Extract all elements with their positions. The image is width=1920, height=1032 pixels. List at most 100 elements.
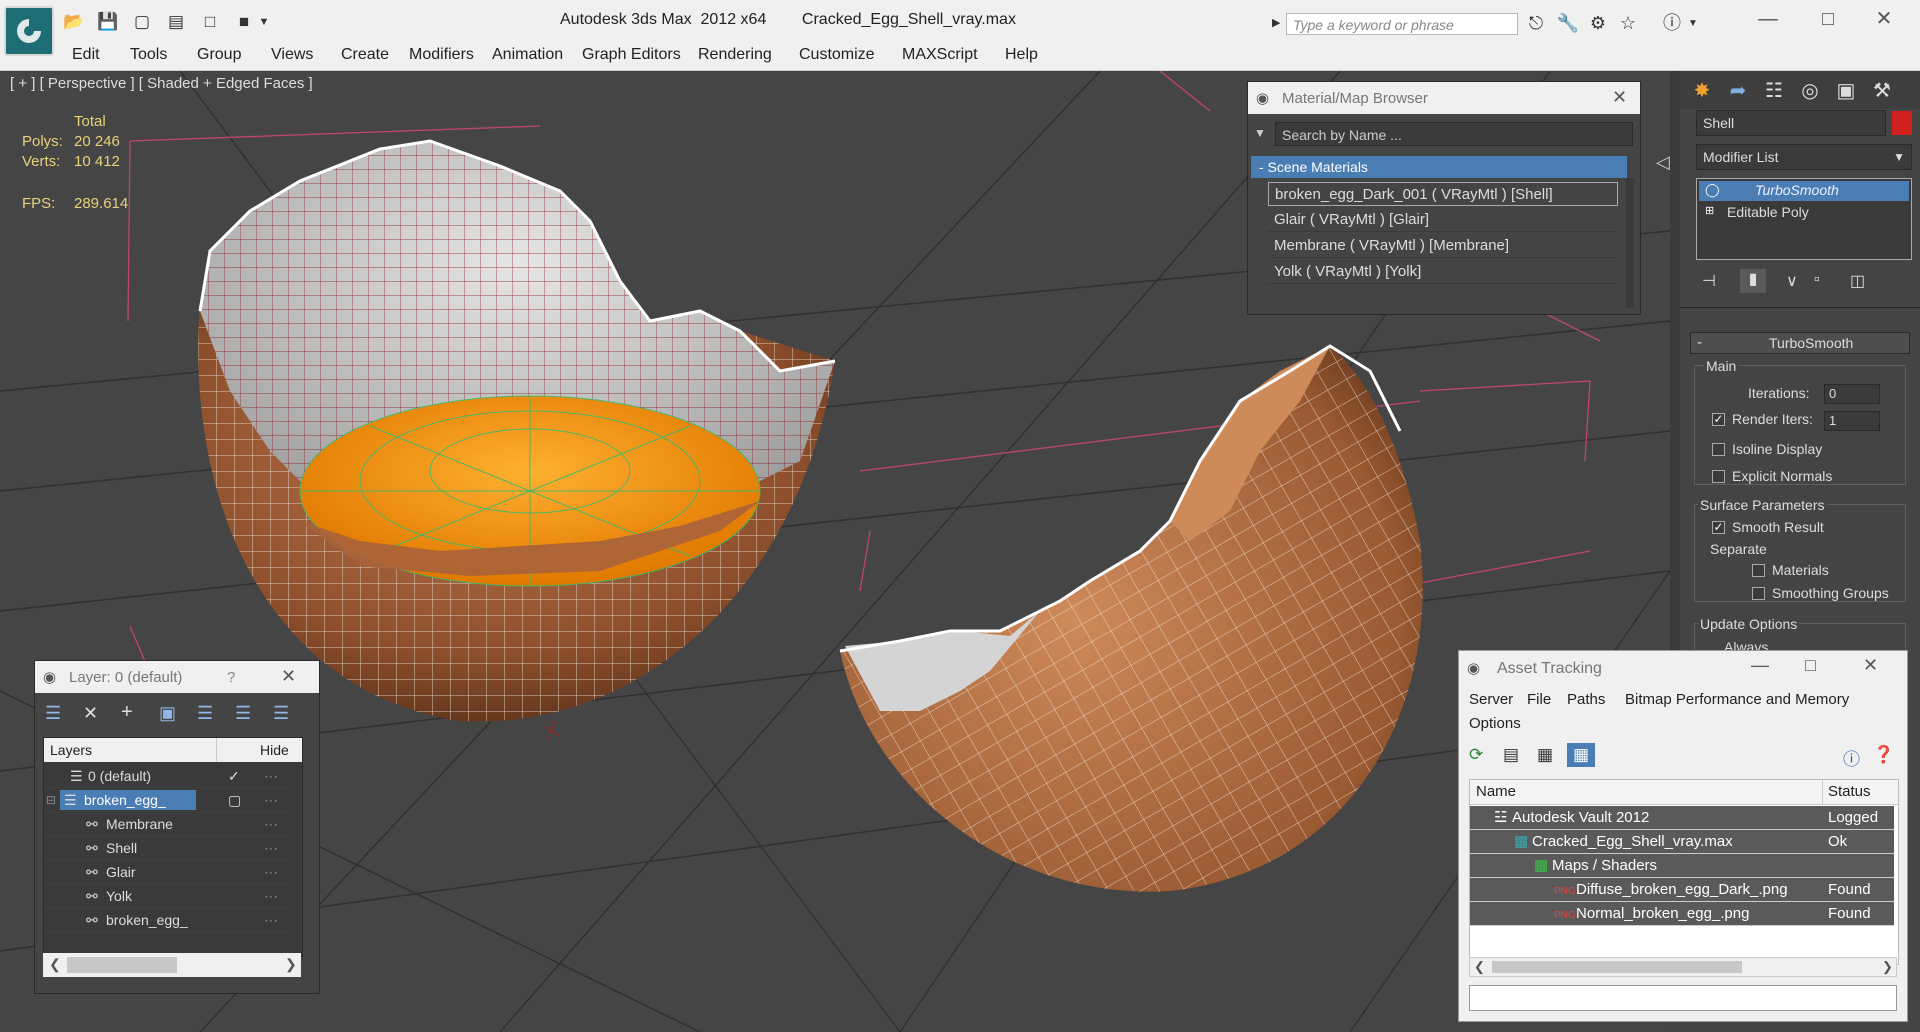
material-row[interactable]: Membrane ( VRayMtl ) [Membrane]	[1268, 234, 1618, 258]
scroll-thumb[interactable]	[1492, 961, 1742, 973]
asset-path-field[interactable]	[1469, 985, 1897, 1011]
communication-icon[interactable]: ⚙	[1586, 12, 1610, 34]
motion-tab-icon[interactable]: ◎	[1792, 75, 1828, 107]
layer-row[interactable]: ⚯ broken_egg_ ⋯	[44, 908, 290, 932]
search-expand-icon[interactable]: ▶	[1272, 16, 1280, 29]
menu-group[interactable]: Group	[197, 46, 241, 64]
scroll-right-icon[interactable]: ❯	[1882, 959, 1893, 975]
asset-row[interactable]: ▩ Maps / Shaders	[1470, 854, 1894, 878]
asset-close-icon[interactable]: ✕	[1863, 655, 1878, 676]
render-iters-spinner[interactable]: 1	[1824, 411, 1880, 431]
asset-help-icon[interactable]: ⓘ	[1843, 745, 1860, 770]
undo-icon[interactable]: ▢	[130, 12, 154, 32]
object-color-swatch[interactable]	[1892, 111, 1912, 135]
configure-modifier-sets-icon[interactable]: ◫	[1850, 271, 1865, 291]
hide-toggle-icon[interactable]: ⋯	[264, 764, 278, 788]
asset-minimize-icon[interactable]: —	[1751, 655, 1769, 676]
active-layer-check-icon[interactable]: ✓	[228, 764, 240, 788]
asset-row[interactable]: ☳ Autodesk Vault 2012 Logged Ou	[1470, 806, 1894, 850]
layer-row[interactable]: ⚯ Membrane ⋯	[44, 812, 290, 836]
asset-maximize-icon[interactable]: □	[1805, 655, 1816, 676]
hide-all-layers-icon[interactable]: ☰	[235, 703, 251, 724]
materials-checkbox[interactable]	[1752, 564, 1765, 577]
table-view-icon[interactable]: ▦	[1567, 743, 1595, 767]
asset-menu-bitmap-performance[interactable]: Bitmap Performance and Memory	[1625, 691, 1849, 708]
asset-menu-server[interactable]: Server	[1469, 691, 1513, 708]
menu-animation[interactable]: Animation	[492, 46, 563, 64]
asset-row[interactable]: PNG Normal_broken_egg_.png Found	[1470, 902, 1894, 926]
layer-row[interactable]: ⚯ Glair ⋯	[44, 860, 290, 884]
subscription-icon[interactable]: 🔧	[1556, 12, 1580, 34]
lightbulb-icon[interactable]: ◯	[1705, 182, 1720, 198]
browser-dock-arrow-icon[interactable]: ◁	[1656, 152, 1670, 173]
stack-item-turbosmooth[interactable]: ◯ TurboSmooth	[1699, 181, 1909, 201]
freeze-all-layers-icon[interactable]: ☰	[273, 703, 289, 724]
layer-window-titlebar[interactable]: ◉ Layer: 0 (default) ? ✕	[35, 661, 319, 693]
asset-menu-options[interactable]: Options	[1469, 715, 1521, 732]
close-icon[interactable]: ✕	[1864, 6, 1904, 32]
browser-options-dropdown-icon[interactable]: ▼	[1254, 126, 1266, 140]
new-layer-icon[interactable]: ☰	[45, 703, 61, 724]
asset-help-cursor-icon[interactable]: ❓	[1873, 745, 1894, 765]
asset-menu-paths[interactable]: Paths	[1567, 691, 1605, 708]
hide-toggle-icon[interactable]: ⋯	[264, 860, 278, 884]
menu-help[interactable]: Help	[1005, 46, 1038, 64]
asset-row[interactable]: PNG Diffuse_broken_egg_Dark_.png Found	[1470, 878, 1894, 902]
iterations-spinner[interactable]: 0	[1824, 384, 1880, 404]
menu-rendering[interactable]: Rendering	[698, 46, 772, 64]
create-tab-icon[interactable]: ✸	[1684, 75, 1720, 107]
highlight-layer-icon[interactable]: ☰	[197, 703, 213, 724]
material-row[interactable]: Yolk ( VRayMtl ) [Yolk]	[1268, 260, 1618, 284]
asset-menu-file[interactable]: File	[1527, 691, 1551, 708]
material-row[interactable]: broken_egg_Dark_001 ( VRayMtl ) [Shell]	[1268, 182, 1618, 206]
search-input[interactable]: Type a keyword or phrase	[1286, 13, 1518, 35]
isoline-display-checkbox[interactable]	[1712, 443, 1725, 456]
render-iters-checkbox[interactable]: ✓	[1712, 413, 1725, 426]
redo-icon[interactable]: ▤	[164, 12, 188, 32]
modifier-list-dropdown[interactable]: Modifier List ▼	[1696, 144, 1912, 170]
material-browser-close-icon[interactable]: ✕	[1612, 87, 1627, 108]
material-browser-titlebar[interactable]: ◉ Material/Map Browser ✕	[1248, 82, 1640, 114]
scroll-left-icon[interactable]: ❮	[1474, 959, 1485, 975]
menu-modifiers[interactable]: Modifiers	[409, 46, 474, 64]
smoothing-groups-checkbox[interactable]	[1752, 587, 1765, 600]
refresh-icon[interactable]: ⟳	[1469, 745, 1483, 765]
panel-splitter[interactable]	[1670, 71, 1680, 651]
list-view-icon[interactable]: ▤	[1503, 745, 1519, 765]
menu-views[interactable]: Views	[271, 46, 313, 64]
layer-help-icon[interactable]: ?	[227, 669, 235, 686]
pin-stack-icon[interactable]: ⊣	[1702, 271, 1716, 291]
menu-maxscript[interactable]: MAXScript	[902, 46, 978, 64]
menu-create[interactable]: Create	[341, 46, 389, 64]
layer-horizontal-scrollbar[interactable]: ❮ ❯	[43, 953, 301, 977]
current-layer-box-icon[interactable]: ▢	[228, 788, 241, 812]
collapse-minus-icon[interactable]: ⊟	[46, 788, 56, 812]
name-column-header[interactable]: Name	[1476, 783, 1516, 800]
explicit-normals-checkbox[interactable]	[1712, 470, 1725, 483]
smooth-result-checkbox[interactable]: ✓	[1712, 521, 1725, 534]
hold-icon[interactable]: □	[198, 12, 222, 32]
thumbnail-view-icon[interactable]: ▦	[1537, 745, 1553, 765]
help-dropdown-icon[interactable]: ▼	[1688, 18, 1698, 29]
show-end-result-icon[interactable]: ▮	[1740, 269, 1766, 293]
hide-column-header[interactable]: Hide	[260, 742, 289, 758]
hide-toggle-icon[interactable]: ⋯	[264, 908, 278, 932]
layer-row[interactable]: ⚯ Yolk ⋯	[44, 884, 290, 908]
material-list-scrollbar[interactable]	[1626, 178, 1634, 308]
scroll-thumb[interactable]	[67, 957, 177, 973]
layer-row[interactable]: ☰ 0 (default) ✓ ⋯	[44, 764, 290, 788]
binoculars-icon[interactable]: ⎋	[1524, 12, 1548, 34]
save-file-icon[interactable]: 💾	[96, 12, 120, 32]
material-row[interactable]: Glair ( VRayMtl ) [Glair]	[1268, 208, 1618, 232]
hide-toggle-icon[interactable]: ⋯	[264, 812, 278, 836]
object-name-field[interactable]: Shell	[1696, 110, 1886, 136]
expand-plus-icon[interactable]: ⊞	[1705, 204, 1714, 217]
asset-horizontal-scrollbar[interactable]: ❮ ❯	[1469, 957, 1897, 977]
material-search-input[interactable]: Search by Name ...	[1275, 122, 1633, 146]
layer-row[interactable]: ⚯ Shell ⋯	[44, 836, 290, 860]
scene-materials-group[interactable]: - Scene Materials	[1251, 156, 1627, 178]
add-to-layer-icon[interactable]: +	[121, 701, 133, 724]
viewport-label[interactable]: [ + ] [ Perspective ] [ Shaded + Edged F…	[10, 75, 313, 92]
remove-modifier-icon[interactable]: ▫	[1814, 271, 1820, 289]
stack-item-editable-poly[interactable]: ⊞ Editable Poly	[1699, 203, 1909, 223]
